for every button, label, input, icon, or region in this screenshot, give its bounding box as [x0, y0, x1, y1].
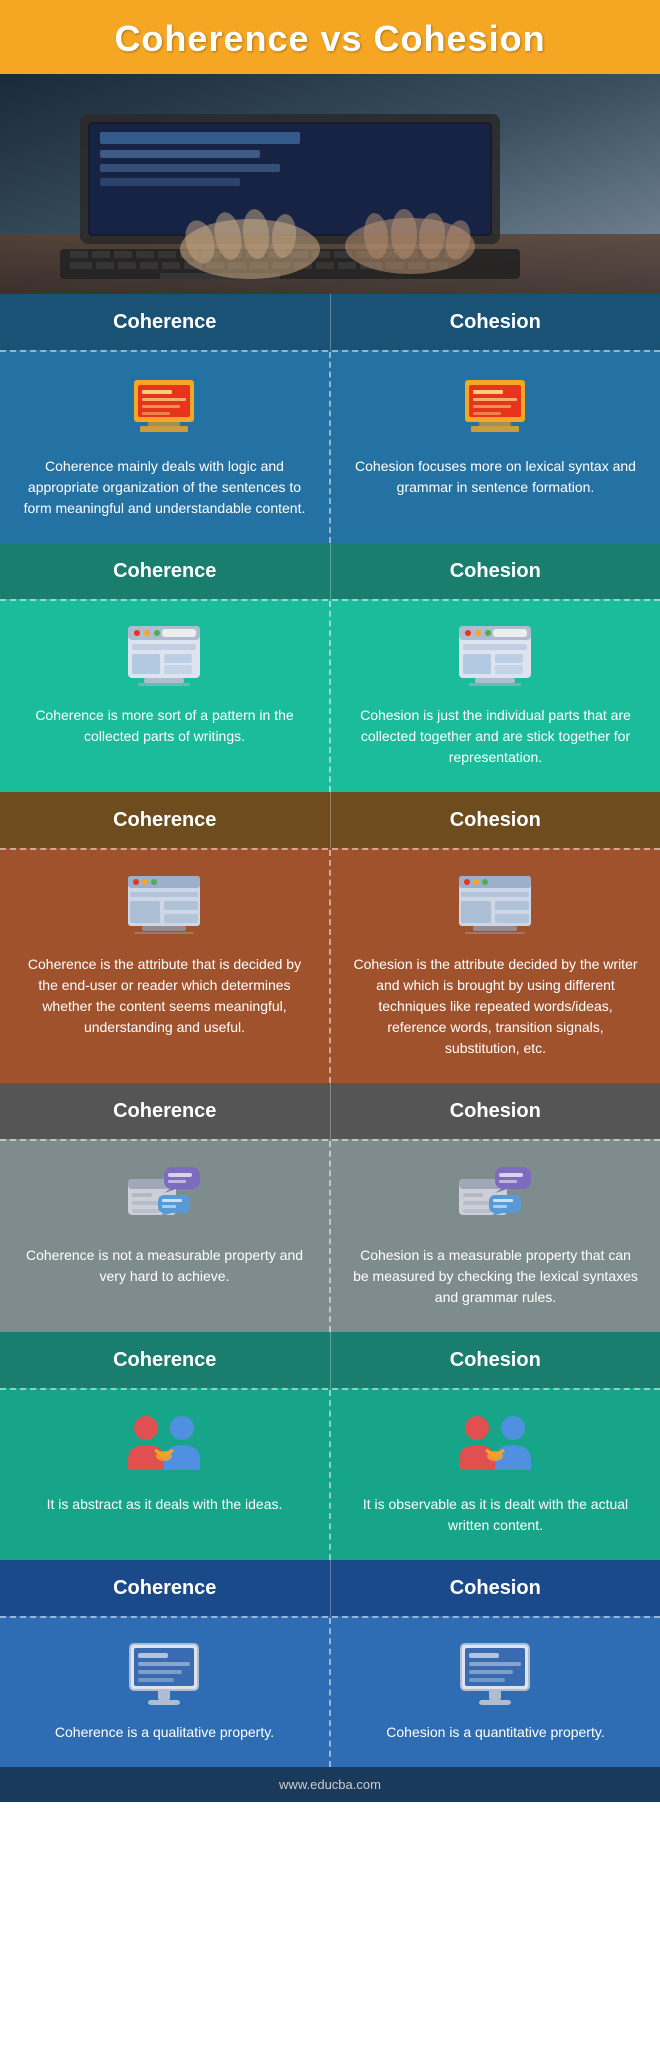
content-row-6: Coherence is a qualitative property. Coh… [0, 1616, 660, 1767]
page-title: Coherence vs Cohesion [10, 18, 650, 60]
page-header: Coherence vs Cohesion [0, 0, 660, 74]
content-text-left-3: Coherence is the attribute that is decid… [22, 954, 307, 1038]
content-col-right-6: Cohesion is a quantitative property. [331, 1618, 660, 1767]
content-text-left-1: Coherence mainly deals with logic and ap… [22, 456, 307, 519]
section-header-right: Cohesion [331, 1332, 660, 1388]
document-icon-right-1 [451, 372, 541, 442]
content-col-left-1: Coherence mainly deals with logic and ap… [0, 352, 331, 543]
desktop-icon-left-6 [120, 1638, 210, 1708]
section-header-left: Coherence [0, 1560, 331, 1616]
section-header-3: Coherence Cohesion [0, 792, 660, 848]
left-heading-6: Coherence [113, 1577, 216, 1600]
person-icon-left-5 [120, 1410, 210, 1480]
section-header-left: Coherence [0, 1083, 331, 1139]
sections-container: Coherence Cohesion Coherence mainly deals… [0, 294, 660, 1767]
browser-icon-right-2 [451, 621, 541, 691]
content-text-right-2: Cohesion is just the individual parts th… [353, 705, 638, 768]
right-heading-2: Cohesion [450, 560, 541, 583]
content-col-right-1: Cohesion focuses more on lexical syntax … [331, 352, 660, 543]
section-header-1: Coherence Cohesion [0, 294, 660, 350]
webpage-icon-right-3 [451, 870, 541, 940]
section-header-right: Cohesion [331, 1083, 660, 1139]
right-heading-3: Cohesion [450, 809, 541, 832]
section-header-left: Coherence [0, 792, 331, 848]
left-heading-5: Coherence [113, 1349, 216, 1372]
content-row-2: Coherence is more sort of a pattern in t… [0, 599, 660, 792]
content-text-left-6: Coherence is a qualitative property. [55, 1722, 274, 1743]
chat-icon-left-4 [120, 1161, 210, 1231]
document-icon-left-1 [120, 372, 210, 442]
content-text-right-1: Cohesion focuses more on lexical syntax … [353, 456, 638, 498]
browser-icon-left-2 [120, 621, 210, 691]
section-header-left: Coherence [0, 1332, 331, 1388]
left-heading-3: Coherence [113, 809, 216, 832]
content-text-left-4: Coherence is not a measurable property a… [22, 1245, 307, 1287]
content-col-left-3: Coherence is the attribute that is decid… [0, 850, 331, 1083]
content-row-3: Coherence is the attribute that is decid… [0, 848, 660, 1083]
section-header-right: Cohesion [331, 1560, 660, 1616]
right-heading-1: Cohesion [450, 311, 541, 334]
section-3: Coherence Cohesion Coherence is the attri… [0, 792, 660, 1083]
right-heading-4: Cohesion [450, 1100, 541, 1123]
section-6: Coherence Cohesion Coherence is a qualita… [0, 1560, 660, 1767]
content-text-right-3: Cohesion is the attribute decided by the… [353, 954, 638, 1059]
content-text-right-4: Cohesion is a measurable property that c… [353, 1245, 638, 1308]
content-col-right-2: Cohesion is just the individual parts th… [331, 601, 660, 792]
content-row-5: It is abstract as it deals with the idea… [0, 1388, 660, 1560]
section-header-left: Coherence [0, 294, 331, 350]
footer-url: www.educba.com [279, 1777, 381, 1792]
right-heading-5: Cohesion [450, 1349, 541, 1372]
content-text-left-2: Coherence is more sort of a pattern in t… [22, 705, 307, 747]
content-col-left-6: Coherence is a qualitative property. [0, 1618, 331, 1767]
content-col-left-5: It is abstract as it deals with the idea… [0, 1390, 331, 1560]
desktop-icon-right-6 [451, 1638, 541, 1708]
content-row-4: Coherence is not a measurable property a… [0, 1139, 660, 1332]
content-row-1: Coherence mainly deals with logic and ap… [0, 350, 660, 543]
section-header-6: Coherence Cohesion [0, 1560, 660, 1616]
left-heading-2: Coherence [113, 560, 216, 583]
footer: www.educba.com [0, 1767, 660, 1802]
section-2: Coherence Cohesion Coherence is more sort… [0, 543, 660, 792]
content-col-left-2: Coherence is more sort of a pattern in t… [0, 601, 331, 792]
person-icon-right-5 [451, 1410, 541, 1480]
content-col-right-4: Cohesion is a measurable property that c… [331, 1141, 660, 1332]
section-header-4: Coherence Cohesion [0, 1083, 660, 1139]
section-header-5: Coherence Cohesion [0, 1332, 660, 1388]
section-header-left: Coherence [0, 543, 331, 599]
section-header-right: Cohesion [331, 294, 660, 350]
section-header-2: Coherence Cohesion [0, 543, 660, 599]
chat-icon-right-4 [451, 1161, 541, 1231]
left-heading-1: Coherence [113, 311, 216, 334]
webpage-icon-left-3 [120, 870, 210, 940]
right-heading-6: Cohesion [450, 1577, 541, 1600]
content-col-left-4: Coherence is not a measurable property a… [0, 1141, 331, 1332]
hero-image [0, 74, 660, 294]
section-header-right: Cohesion [331, 792, 660, 848]
content-text-right-5: It is observable as it is dealt with the… [353, 1494, 638, 1536]
content-text-right-6: Cohesion is a quantitative property. [386, 1722, 604, 1743]
section-5: Coherence Cohesion It is abstract as it d… [0, 1332, 660, 1560]
left-heading-4: Coherence [113, 1100, 216, 1123]
content-text-left-5: It is abstract as it deals with the idea… [47, 1494, 283, 1515]
section-1: Coherence Cohesion Coherence mainly deals… [0, 294, 660, 543]
content-col-right-3: Cohesion is the attribute decided by the… [331, 850, 660, 1083]
section-4: Coherence Cohesion Coherence is not a mea… [0, 1083, 660, 1332]
section-header-right: Cohesion [331, 543, 660, 599]
content-col-right-5: It is observable as it is dealt with the… [331, 1390, 660, 1560]
